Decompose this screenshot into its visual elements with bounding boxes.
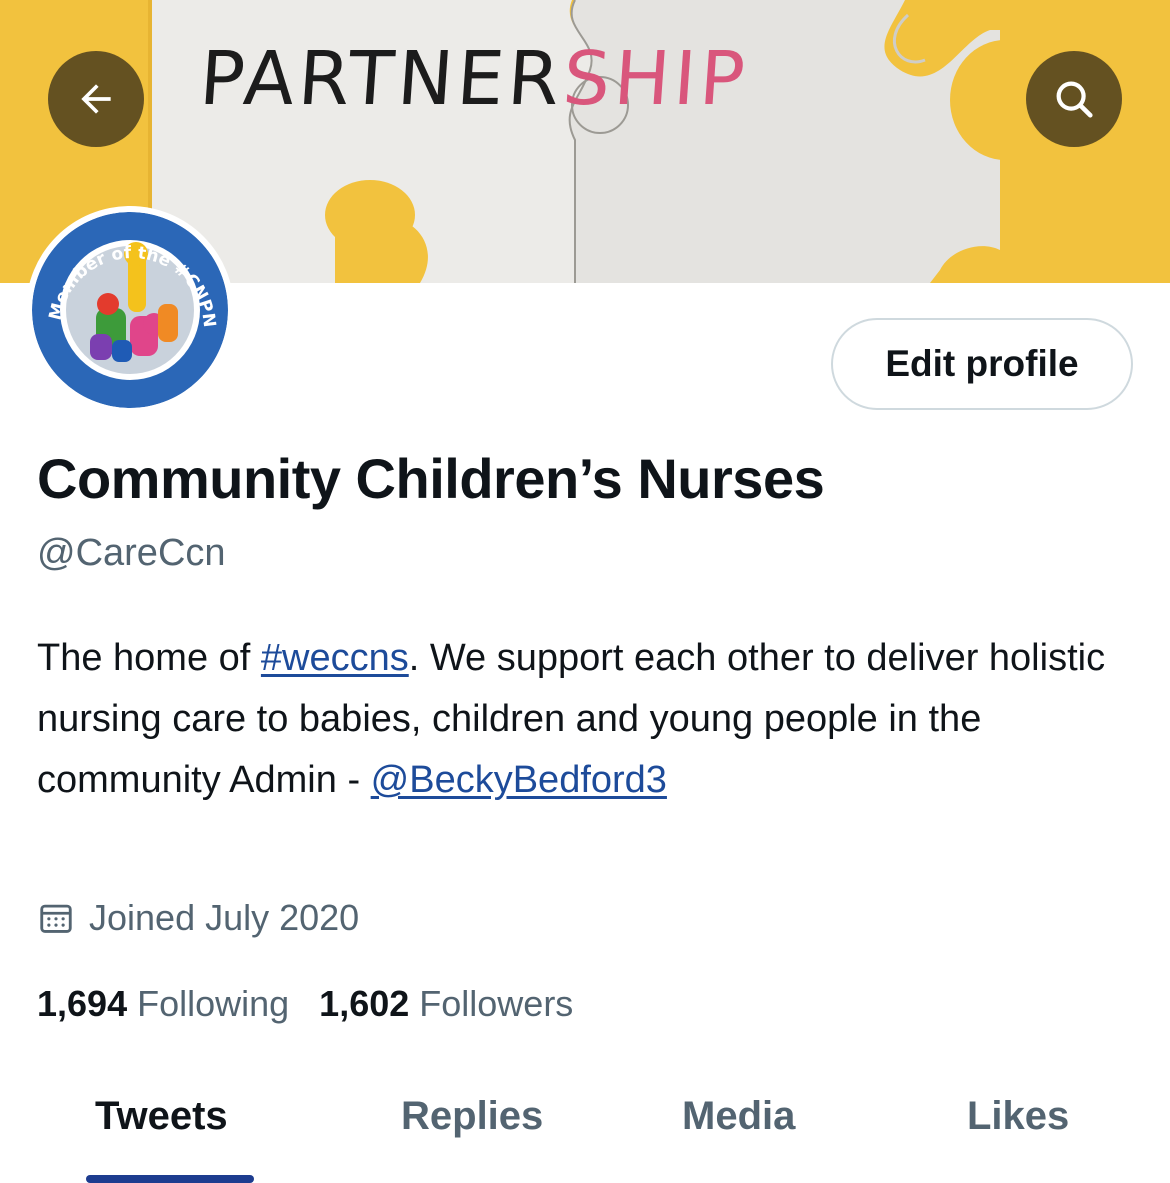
user-handle: @CareCcn — [37, 532, 226, 574]
joined-text: Joined July 2020 — [89, 897, 360, 938]
profile-page: PARTNERSHIP Member of the #CNPN Edit pro… — [0, 0, 1170, 1183]
tab-replies[interactable]: Replies — [401, 1094, 543, 1139]
banner-word: PARTNERSHIP — [197, 36, 751, 122]
search-icon — [1056, 81, 1093, 118]
calendar-icon — [40, 904, 72, 933]
arrow-left-icon — [81, 84, 111, 114]
following-count: 1,694 — [37, 983, 128, 1024]
tab-likes[interactable]: Likes — [967, 1094, 1069, 1139]
edit-profile-button[interactable]: Edit profile — [831, 318, 1133, 410]
followers-label: Followers — [419, 983, 574, 1024]
banner-word-part2: SHIP — [560, 36, 752, 122]
display-name: Community Children’s Nurses — [37, 447, 825, 510]
followers-link[interactable]: 1,602 Followers — [319, 983, 573, 1025]
following-label: Following — [137, 983, 290, 1024]
follow-stats: 1,694 Following 1,602 Followers — [37, 983, 573, 1025]
profile-tabs: Tweets Replies Media Likes — [0, 1060, 1170, 1183]
tab-media[interactable]: Media — [682, 1094, 795, 1139]
back-button[interactable] — [48, 51, 144, 147]
avatar-image: Member of the #CNPN for community nurses — [32, 212, 228, 408]
bio: The home of #weccns. We support each oth… — [37, 628, 1137, 811]
cnpn-logo-icon: Member of the #CNPN for community nurses — [32, 212, 228, 408]
active-tab-indicator — [86, 1175, 254, 1183]
tab-tweets[interactable]: Tweets — [95, 1094, 228, 1139]
hashtag-link[interactable]: #weccns — [261, 637, 409, 679]
banner-word-part1: PARTNER — [196, 36, 567, 122]
followers-count: 1,602 — [319, 983, 410, 1024]
avatar[interactable]: Member of the #CNPN for community nurses — [26, 206, 234, 414]
mention-link[interactable]: @BeckyBedford3 — [371, 759, 667, 801]
bio-text-1: The home of — [37, 637, 261, 679]
joined-date: Joined July 2020 — [37, 897, 359, 939]
search-button[interactable] — [1026, 51, 1122, 147]
following-link[interactable]: 1,694 Following — [37, 983, 289, 1025]
